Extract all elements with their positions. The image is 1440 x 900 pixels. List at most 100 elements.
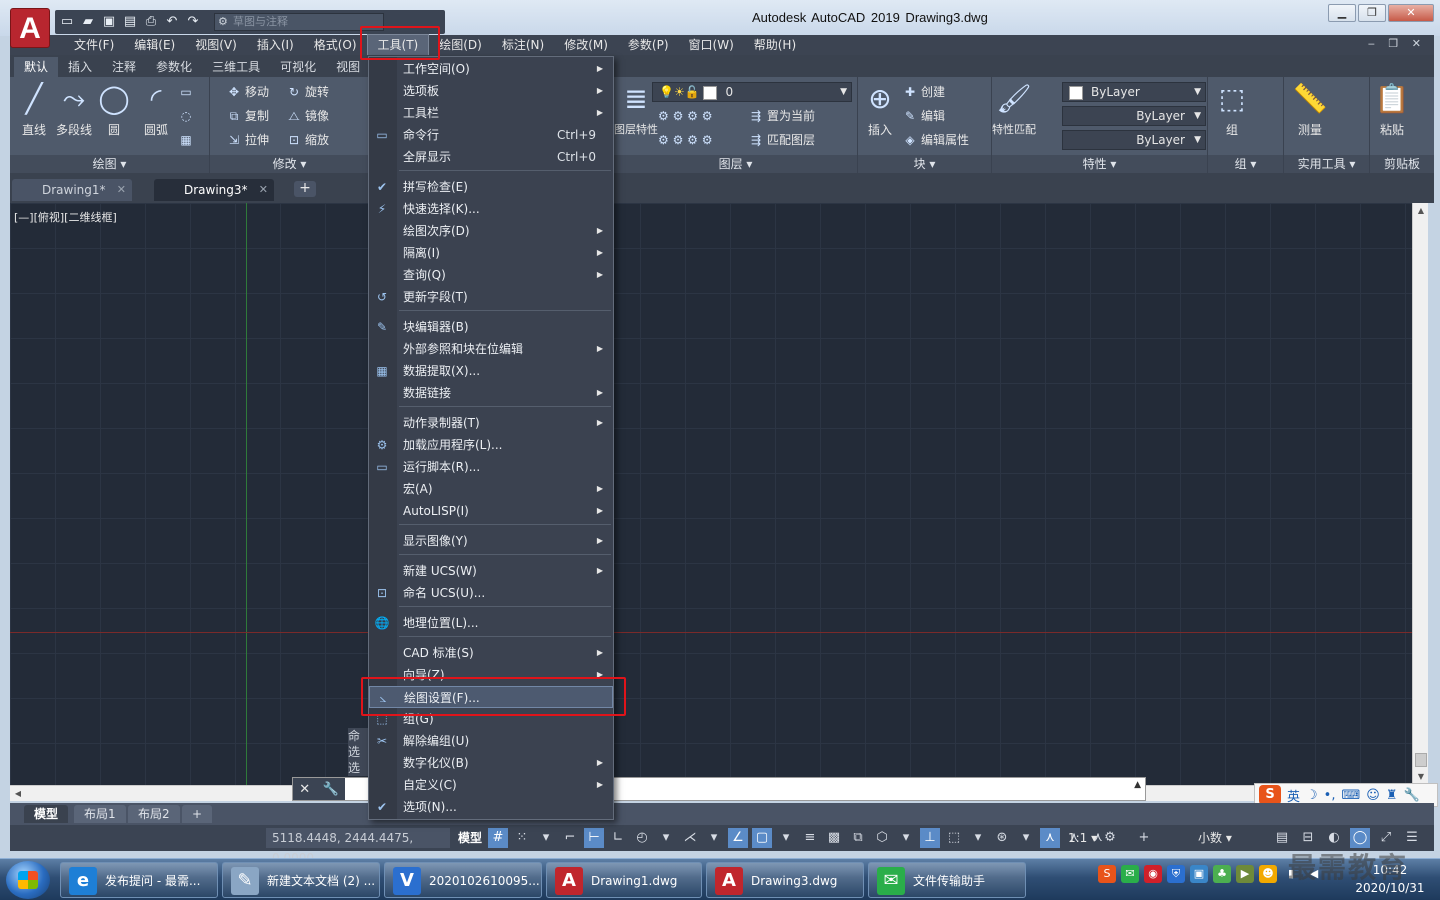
- doc-window-controls[interactable]: ‒ ❐ ✕: [1368, 37, 1426, 50]
- copy-button[interactable]: ⧉ 复制: [226, 105, 269, 127]
- tools-menu-item[interactable]: 新建 UCS(W) ▶: [369, 560, 613, 582]
- lineweight-dropdown[interactable]: ByLayer ▼: [1062, 130, 1206, 150]
- close-icon[interactable]: ✕: [259, 179, 268, 201]
- polar-dropdown-icon[interactable]: ▾: [656, 828, 676, 848]
- wechat-tray-icon[interactable]: ✉: [1121, 865, 1139, 883]
- restore-button[interactable]: ❐: [1358, 4, 1386, 22]
- arc-button[interactable]: ◜ 圆弧: [134, 81, 178, 138]
- layout-tab[interactable]: 模型: [24, 805, 69, 823]
- insert-block-button[interactable]: ⊕ 插入: [858, 81, 902, 138]
- menu-1[interactable]: 编辑(E): [124, 35, 185, 55]
- menu-2[interactable]: 视图(V): [185, 35, 247, 55]
- ime-mode-label[interactable]: 英: [1287, 786, 1300, 805]
- selection-cycling-icon[interactable]: ⧉: [848, 828, 868, 848]
- dynamic-ucs-icon[interactable]: ⊥: [920, 828, 940, 848]
- rotate-button[interactable]: ↻ 旋转: [286, 81, 329, 103]
- edit-attributes-button[interactable]: ◈ 编辑属性: [902, 129, 969, 151]
- 3d-dropdown-icon[interactable]: ▾: [896, 828, 916, 848]
- mirror-button[interactable]: ⧍ 镜像: [286, 105, 329, 127]
- tools-menu-item[interactable]: ⊡ 命名 UCS(U)...: [369, 582, 613, 604]
- tools-menu-item[interactable]: 全屏显示 Ctrl+0: [369, 146, 613, 168]
- modify-footer[interactable]: 修改 ▾: [210, 155, 369, 173]
- 3d-osnap-icon[interactable]: ⬡: [872, 828, 892, 848]
- units-dropdown[interactable]: 小数 ▾: [1190, 828, 1266, 848]
- line-button[interactable]: ╱ 直线: [12, 81, 56, 138]
- document-tab[interactable]: Drawing1* ✕: [12, 179, 132, 201]
- tools-menu-item[interactable]: AutoLISP(I) ▶: [369, 500, 613, 522]
- edit-block-button[interactable]: ✎ 编辑: [902, 105, 945, 127]
- object-snap-icon[interactable]: ▢: [752, 828, 772, 848]
- hatch-icon[interactable]: ◌: [178, 105, 197, 127]
- chevron-up-icon[interactable]: ▲: [1134, 780, 1141, 790]
- tools-menu-item[interactable]: 宏(A) ▶: [369, 478, 613, 500]
- graphics-performance-icon[interactable]: ◯: [1350, 828, 1370, 848]
- tools-menu-item[interactable]: 动作录制器(T) ▶: [369, 412, 613, 434]
- iso-dropdown-icon[interactable]: ▾: [704, 828, 724, 848]
- security-tray-icon[interactable]: ⛨: [1167, 865, 1185, 883]
- selection-filter-icon[interactable]: ⬚: [944, 828, 964, 848]
- lock-ui-icon[interactable]: ⊟: [1298, 828, 1318, 848]
- snap-dropdown-icon[interactable]: ▾: [536, 828, 556, 848]
- gizmo-dropdown-icon[interactable]: ▾: [1016, 828, 1036, 848]
- move-button[interactable]: ✥ 移动: [226, 81, 269, 103]
- taskbar-button[interactable]: V 2020102610095...: [384, 862, 542, 898]
- create-block-button[interactable]: ✚ 创建: [902, 81, 945, 103]
- workspace-dropdown[interactable]: ⚙ 草图与注释: [214, 13, 384, 31]
- gizmo-icon[interactable]: ⊛: [992, 828, 1012, 848]
- start-button[interactable]: [6, 861, 50, 899]
- group-footer[interactable]: 组 ▾: [1208, 155, 1283, 173]
- tools-menu-item[interactable]: 隔离(I) ▶: [369, 242, 613, 264]
- open-folder-icon[interactable]: ▰: [80, 14, 96, 30]
- menu-10[interactable]: 窗口(W): [679, 35, 744, 55]
- menu-6[interactable]: 绘图(D): [429, 35, 492, 55]
- punctuation-icon[interactable]: •,: [1324, 788, 1336, 803]
- tools-menu-item[interactable]: 绘图次序(D) ▶: [369, 220, 613, 242]
- tools-menu-item[interactable]: ✂ 解除编组(U): [369, 730, 613, 752]
- quick-properties-icon[interactable]: ▤: [1272, 828, 1292, 848]
- circle-button[interactable]: ◯ 圆: [92, 81, 136, 138]
- layout-tab[interactable]: 布局2: [128, 805, 180, 823]
- application-menu-button[interactable]: A: [10, 8, 50, 48]
- tools-menu-item[interactable]: 外部参照和块在位编辑 ▶: [369, 338, 613, 360]
- save-as-icon[interactable]: ▤: [122, 14, 138, 30]
- drawing-canvas[interactable]: [—][俯视][二维线框]: [10, 203, 1412, 785]
- undo-icon[interactable]: ↶: [164, 14, 180, 30]
- tools-menu-item[interactable]: 工作空间(O) ▶: [369, 58, 613, 80]
- layer-tools-row2[interactable]: ⚙ ⚙ ⚙ ⚙: [658, 129, 712, 151]
- menu-9[interactable]: 参数(P): [618, 35, 679, 55]
- polar-tracking-icon[interactable]: ◴: [632, 828, 652, 848]
- scroll-left-icon[interactable]: ◀: [10, 786, 26, 802]
- new-file-icon[interactable]: ▭: [59, 14, 75, 30]
- tools-menu-item[interactable]: ⬚ 组(G): [369, 708, 613, 730]
- tools-menu-item[interactable]: 数据链接 ▶: [369, 382, 613, 404]
- close-icon[interactable]: ✕: [299, 782, 310, 797]
- tools-menu-item[interactable]: ⚙ 加载应用程序(L)...: [369, 434, 613, 456]
- osnap-dropdown-icon[interactable]: ▾: [776, 828, 796, 848]
- minimize-button[interactable]: ▁: [1328, 4, 1356, 22]
- menu-3[interactable]: 插入(I): [247, 35, 304, 55]
- qq-tray-icon[interactable]: ☻: [1259, 865, 1277, 883]
- annotation-visibility-icon[interactable]: ⋏: [1040, 828, 1060, 848]
- rectangle-icon[interactable]: ▭: [178, 81, 197, 103]
- sogou-tray-icon[interactable]: S: [1098, 865, 1116, 883]
- lineweight-icon[interactable]: ≡: [800, 828, 820, 848]
- match-layer-button[interactable]: ⇶ 匹配图层: [748, 129, 815, 151]
- tools-menu-item[interactable]: ⦣ 绘图设置(F)...: [369, 686, 613, 708]
- tools-menu-item[interactable]: 自定义(C) ▶: [369, 774, 613, 796]
- customization-menu-icon[interactable]: ☰: [1402, 828, 1422, 848]
- linetype-dropdown[interactable]: ByLayer ▼: [1062, 106, 1206, 126]
- taskbar-button[interactable]: ✉ 文件传输助手: [868, 862, 1026, 898]
- tools-icon[interactable]: 🔧: [1403, 788, 1419, 803]
- grid-icon[interactable]: #: [488, 828, 508, 848]
- scale-button[interactable]: ⊡ 缩放: [286, 129, 329, 151]
- polyline-button[interactable]: ⤳ 多段线: [52, 81, 96, 138]
- tools-menu-item[interactable]: ⚡ 快速选择(K)...: [369, 198, 613, 220]
- menu-11[interactable]: 帮助(H): [744, 35, 806, 55]
- user-icon[interactable]: ☺: [1366, 788, 1380, 803]
- scroll-thumb[interactable]: [1415, 753, 1427, 767]
- match-properties-button[interactable]: 🖌 特性匹配: [992, 81, 1036, 137]
- tools-menu-item[interactable]: ✔ 拼写检查(E): [369, 176, 613, 198]
- layout-tab[interactable]: 布局1: [74, 805, 126, 823]
- menu-0[interactable]: 文件(F): [64, 35, 124, 55]
- tools-menu-item[interactable]: ▭ 运行脚本(R)...: [369, 456, 613, 478]
